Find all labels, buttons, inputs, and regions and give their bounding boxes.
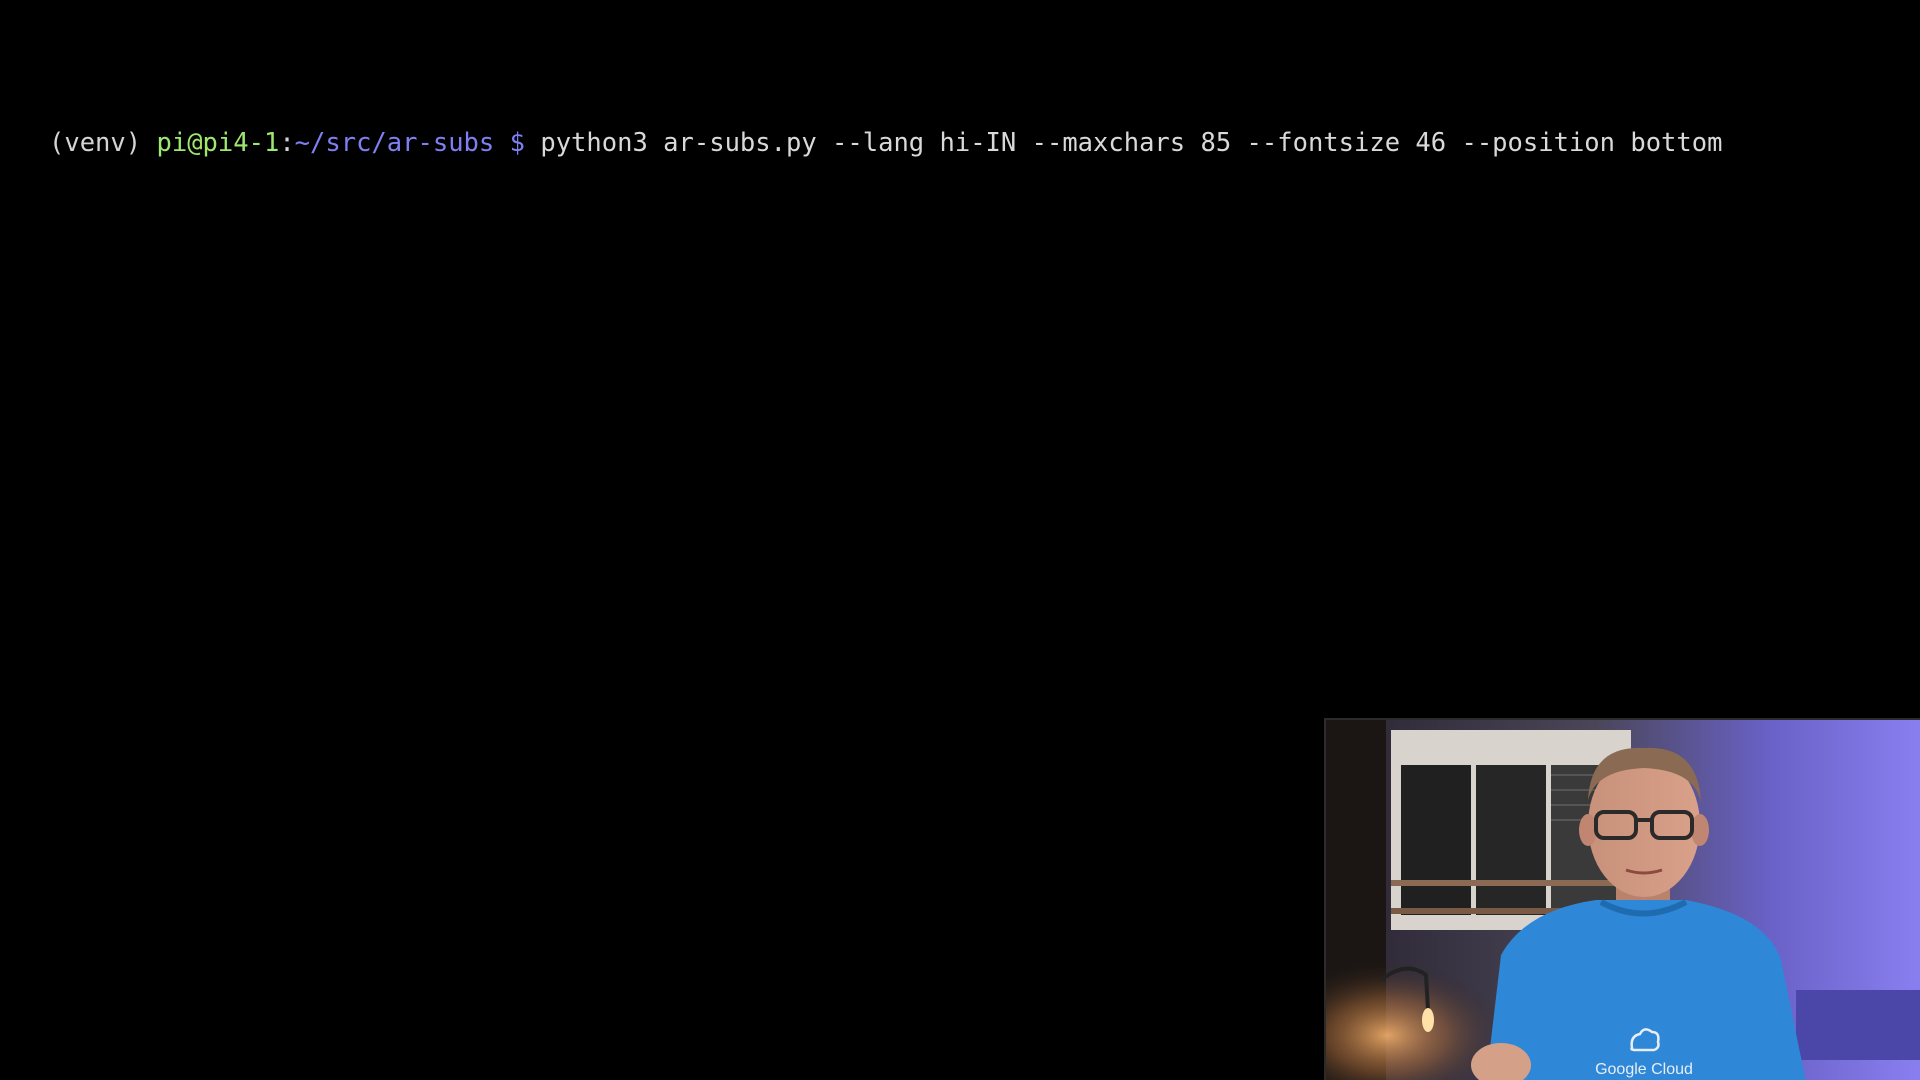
webcam-overlay: Google Cloud: [1324, 718, 1920, 1080]
prompt-path: ~/src/ar-subs: [294, 128, 495, 158]
shirt-logo-text: Google Cloud: [1595, 1061, 1693, 1078]
screen: (venv) pi@pi4-1:~/src/ar-subs $ python3 …: [0, 0, 1920, 1080]
prompt-separator: :: [279, 128, 295, 158]
lamp-bulb: [1422, 1008, 1434, 1032]
bed: [1796, 990, 1920, 1060]
prompt-symbol: $: [509, 128, 525, 158]
webcam-video-frame: [1326, 720, 1920, 1080]
prompt-user-host: pi@pi4-1: [156, 128, 280, 158]
prompt-venv: (venv): [49, 128, 142, 158]
command-text: python3 ar-subs.py --lang hi-IN --maxcha…: [540, 128, 1723, 158]
terminal-line: (venv) pi@pi4-1:~/src/ar-subs $ python3 …: [49, 123, 1920, 163]
